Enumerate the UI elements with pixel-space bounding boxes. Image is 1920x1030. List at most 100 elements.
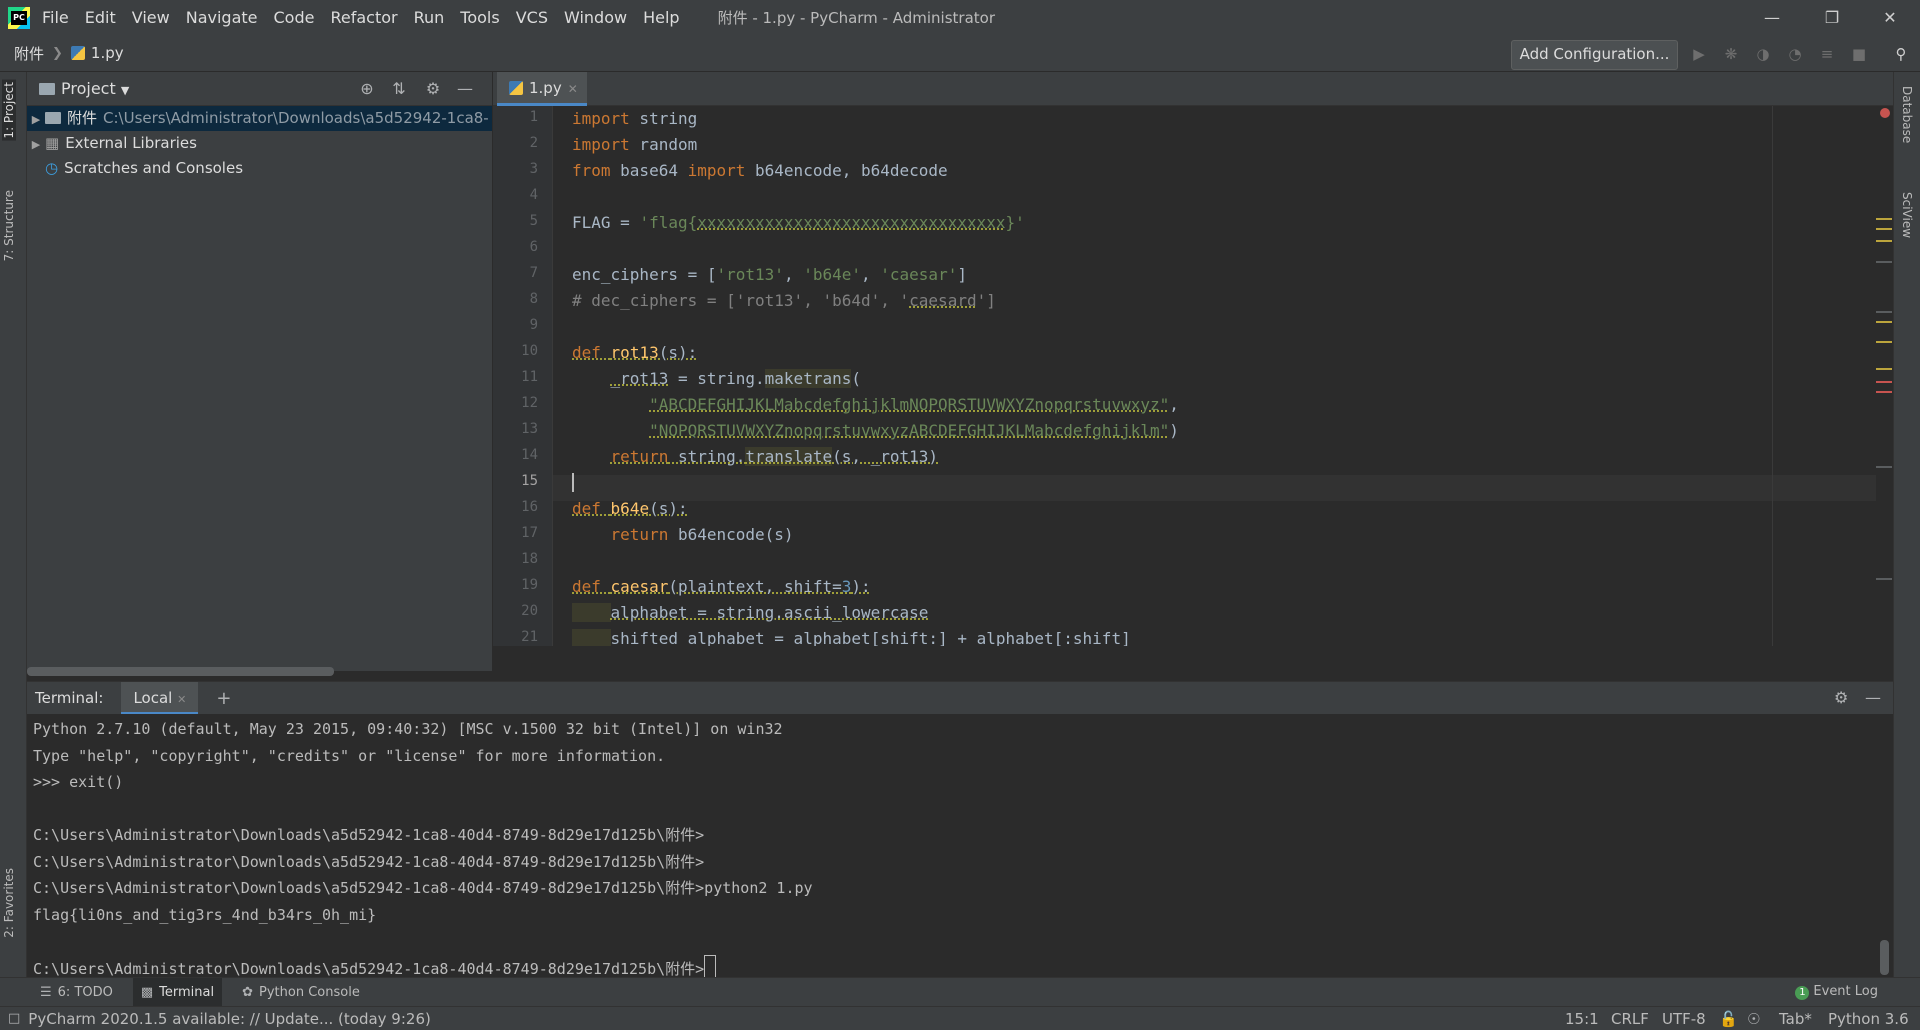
project-view-selector[interactable]: Project ▼	[39, 79, 129, 98]
sciview-tool-tab[interactable]: SciView	[1900, 192, 1914, 238]
warning-mark	[1876, 368, 1892, 370]
expand-arrow-icon[interactable]: ▶	[27, 132, 45, 156]
favorites-tool-tab[interactable]: 2: Favorites	[2, 868, 16, 938]
restore-icon[interactable]: ❐	[1802, 0, 1862, 35]
gear-icon[interactable]: ⚙	[423, 79, 443, 99]
error-stripe[interactable]	[1876, 106, 1893, 646]
info-mark	[1876, 578, 1892, 580]
menu-edit[interactable]: Edit	[85, 8, 116, 27]
locate-icon[interactable]: ⊕	[357, 79, 377, 99]
line-separator[interactable]: CRLF	[1611, 1010, 1649, 1028]
terminal-tool-button[interactable]: ▩ Terminal	[132, 977, 223, 1007]
tab-label: 1.py	[529, 79, 562, 97]
line-number: 18	[521, 551, 538, 567]
code-line: from base64 import b64encode, b64decode	[572, 161, 948, 180]
breadcrumb-file[interactable]: 1.py	[91, 44, 124, 62]
gear-icon[interactable]: ⚙	[1834, 688, 1848, 707]
right-tool-stripe: Database SciView	[1893, 72, 1920, 977]
title-bar: File Edit View Navigate Code Refactor Ru…	[0, 0, 1920, 35]
code-editor[interactable]: import string import random from base64 …	[553, 106, 1893, 646]
concurrency-icon[interactable]: ≡	[1817, 44, 1837, 64]
chevron-down-icon: ▼	[120, 84, 130, 97]
line-number: 19	[521, 577, 538, 593]
menu-refactor[interactable]: Refactor	[330, 8, 397, 27]
tree-item-external-libraries[interactable]: ▶ ▦ External Libraries	[27, 131, 492, 156]
terminal-line: C:\Users\Administrator\Downloads\a5d5294…	[33, 879, 813, 897]
event-log-button[interactable]: 1 Event Log	[1795, 984, 1878, 1000]
terminal-output[interactable]: Python 2.7.10 (default, May 23 2015, 09:…	[27, 714, 1893, 977]
search-icon[interactable]: ⚲	[1891, 44, 1911, 64]
tree-item-root[interactable]: ▶ 附件 C:\Users\Administrator\Downloads\a5d5…	[27, 106, 492, 131]
collapse-all-icon[interactable]: ⇅	[389, 79, 409, 99]
python-file-icon	[509, 81, 523, 95]
pycharm-logo-icon	[8, 6, 30, 29]
terminal-header: Terminal: Local ✕ + ⚙ —	[27, 681, 1893, 715]
menu-window[interactable]: Window	[564, 8, 627, 27]
terminal-label: Terminal	[159, 984, 215, 1000]
add-configuration-button[interactable]: Add Configuration...	[1511, 40, 1678, 70]
profile-icon[interactable]: ◔	[1785, 44, 1805, 64]
tree-item-label: Scratches and Consoles	[64, 159, 244, 177]
menu-navigate[interactable]: Navigate	[186, 8, 258, 27]
python-console-label: Python Console	[259, 984, 360, 1000]
menu-help[interactable]: Help	[643, 8, 679, 27]
tree-item-scratches[interactable]: ◷ Scratches and Consoles	[27, 156, 492, 181]
caret-position[interactable]: 15:1	[1565, 1010, 1599, 1028]
python-interpreter[interactable]: Python 3.6	[1828, 1010, 1909, 1028]
close-tab-icon[interactable]: ✕	[568, 82, 578, 96]
inspector-icon[interactable]: ☉	[1747, 1010, 1760, 1028]
menu-tools[interactable]: Tools	[460, 8, 499, 27]
code-line: def caesar(plaintext, shift=3):	[572, 577, 871, 596]
line-number: 1	[529, 109, 538, 125]
status-message[interactable]: PyCharm 2020.1.5 available: // Update...…	[28, 1010, 431, 1028]
terminal-tab-local[interactable]: Local ✕	[121, 681, 199, 715]
close-icon[interactable]: ✕	[1860, 0, 1920, 35]
stop-icon[interactable]: ■	[1849, 44, 1869, 64]
event-count-badge: 1	[1795, 986, 1810, 1000]
project-tool-tab[interactable]: 1: Project	[2, 80, 16, 141]
todo-tool-button[interactable]: ☰ 6: TODO	[40, 985, 113, 1000]
indent-setting[interactable]: Tab*	[1779, 1010, 1812, 1028]
menu-file[interactable]: File	[42, 8, 69, 27]
menu-vcs[interactable]: VCS	[516, 8, 548, 27]
menu-view[interactable]: View	[132, 8, 170, 27]
todo-label: 6: TODO	[57, 984, 113, 1000]
file-encoding[interactable]: UTF-8	[1662, 1010, 1706, 1028]
line-number: 7	[529, 265, 538, 281]
warning-mark	[1876, 218, 1892, 220]
toggle-tool-windows-icon[interactable]: □	[8, 1011, 20, 1026]
menu-run[interactable]: Run	[414, 8, 445, 27]
terminal-tab-label: Local	[133, 688, 173, 707]
project-title: Project	[61, 79, 116, 98]
code-line: "NOPQRSTUVWXYZnopqrstuvwxyzABCDEFGHIJKLM…	[649, 421, 1179, 440]
coverage-icon[interactable]: ◑	[1753, 44, 1773, 64]
database-tool-tab[interactable]: Database	[1900, 86, 1914, 143]
lock-icon[interactable]: 🔓	[1719, 1010, 1738, 1028]
code-line: def rot13(s):	[572, 343, 698, 362]
line-number: 10	[521, 343, 538, 359]
expand-arrow-icon[interactable]: ▶	[27, 107, 45, 131]
minimize-icon[interactable]: —	[1742, 0, 1802, 35]
error-indicator-icon[interactable]	[1880, 108, 1890, 118]
close-tab-icon[interactable]: ✕	[177, 693, 186, 706]
breadcrumb-root[interactable]: 附件	[14, 43, 44, 64]
hide-panel-icon[interactable]: —	[455, 79, 475, 99]
line-number: 4	[529, 187, 538, 203]
debug-icon[interactable]: ❋	[1721, 44, 1741, 64]
tree-item-label: External Libraries	[65, 134, 197, 152]
project-horizontal-scrollbar[interactable]	[27, 667, 334, 676]
python-console-tool-button[interactable]: ✿ Python Console	[242, 985, 360, 1000]
structure-tool-tab[interactable]: 7: Structure	[2, 190, 16, 261]
line-number: 5	[529, 213, 538, 229]
terminal-scrollbar[interactable]	[1880, 940, 1889, 975]
menu-code[interactable]: Code	[274, 8, 315, 27]
tab-1-py[interactable]: 1.py ✕	[497, 72, 587, 106]
hide-panel-icon[interactable]: —	[1865, 688, 1881, 707]
run-icon[interactable]: ▶	[1689, 44, 1709, 64]
line-number: 17	[521, 525, 538, 541]
line-number: 2	[529, 135, 538, 151]
line-number: 12	[521, 395, 538, 411]
new-terminal-icon[interactable]: +	[216, 688, 231, 709]
code-line: "ABCDEFGHIJKLMabcdefghijklmNOPQRSTUVWXYZ…	[649, 395, 1179, 414]
navigation-bar: 附件 ❯ 1.py Add Configuration... ▶ ❋ ◑ ◔ ≡…	[0, 35, 1920, 72]
